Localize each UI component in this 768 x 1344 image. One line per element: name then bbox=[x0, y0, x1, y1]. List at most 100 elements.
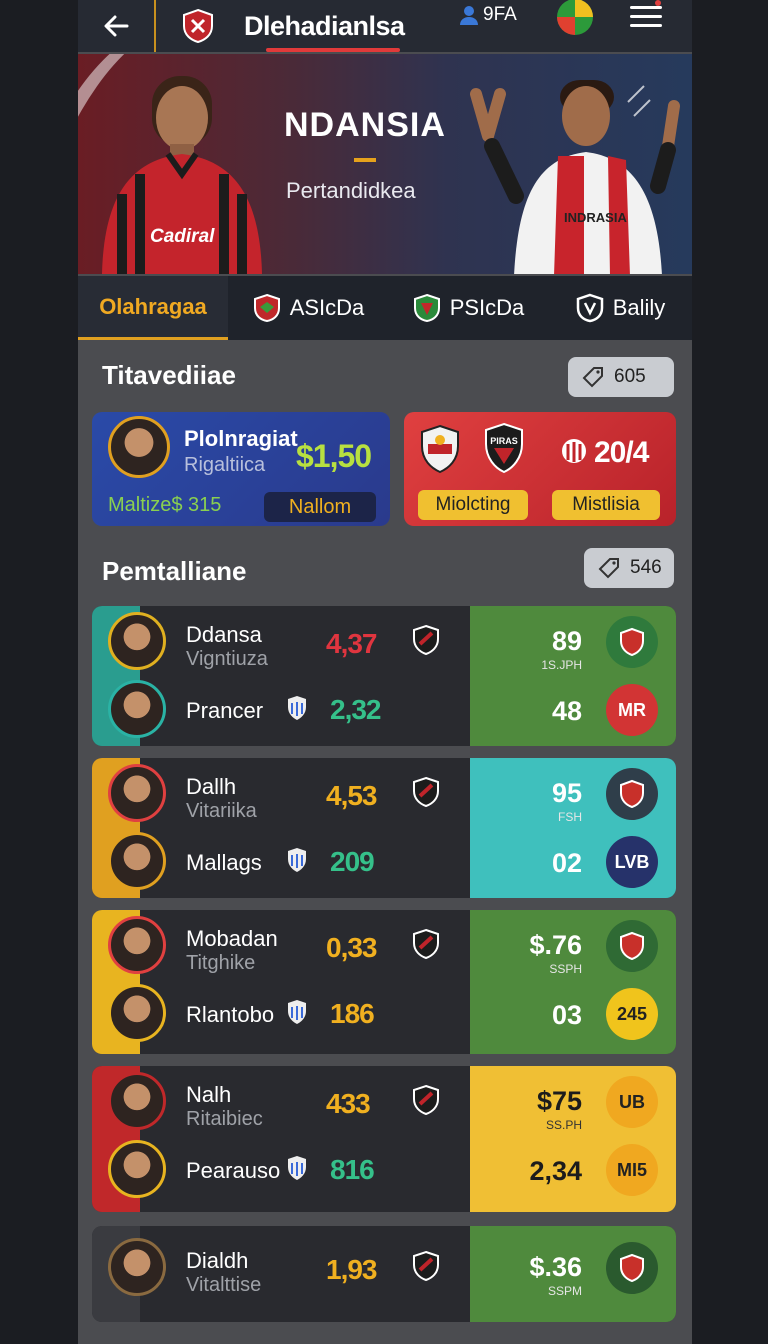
score-value: 2,34 bbox=[529, 1156, 582, 1186]
odds-value[interactable]: 1,93 bbox=[326, 1254, 377, 1286]
team-badge-label: UB bbox=[619, 1091, 645, 1112]
team-badge: 245 bbox=[606, 988, 658, 1040]
ball-icon[interactable] bbox=[556, 0, 594, 38]
card-footer-left: Maltize$ 315 bbox=[108, 494, 222, 516]
score-value: $75 bbox=[536, 1086, 582, 1116]
featured-title: Titavediiae bbox=[102, 360, 236, 390]
app-title: Dlehadianlsa bbox=[244, 10, 405, 41]
user-account[interactable]: 9FA bbox=[458, 4, 517, 26]
shield-icon bbox=[413, 293, 440, 323]
match-row[interactable]: Nalh Ritaibiec 433 Pearauso 816 $75 SS.PH UB 2,3… bbox=[92, 1066, 676, 1212]
team-badge-label: LVB bbox=[614, 851, 650, 872]
team-badge: MR bbox=[606, 684, 658, 736]
shield-icon bbox=[253, 293, 280, 323]
tab-bar: Olahragaa ASIcDa PSIcDa Balily bbox=[78, 276, 692, 340]
featured-tag-pill[interactable]: 605 bbox=[568, 357, 674, 397]
right-jersey-text: INDRASIA bbox=[564, 210, 627, 225]
club-badge-icon bbox=[413, 928, 439, 960]
hero-banner[interactable]: Cadiral NDANSIA Pertandidkea INDRASIA bbox=[78, 54, 692, 274]
small-crest-icon bbox=[288, 696, 306, 720]
shield-outline-icon bbox=[576, 293, 603, 323]
team-crest-icon: PIRAS bbox=[485, 422, 523, 474]
tab-label: PSIcDa bbox=[449, 295, 525, 320]
tab-balily[interactable]: Balily bbox=[548, 276, 692, 340]
row-score-panel[interactable]: 89 1S.JPH 48 MR bbox=[470, 606, 676, 746]
player-name: Nalh bbox=[186, 1082, 232, 1107]
score-value: 03 bbox=[551, 1000, 582, 1030]
odds-value[interactable]: 2,32 bbox=[330, 694, 381, 726]
row-score-panel[interactable]: $75 SS.PH UB 2,34 MI5 bbox=[470, 1066, 676, 1212]
match-row[interactable]: Mobadan Titghike 0,33 Rlantobo 186 $.76 SSPH 03… bbox=[92, 910, 676, 1054]
team-badge-label: MI5 bbox=[616, 1159, 647, 1180]
card-player-sub: Rigaltiica bbox=[184, 454, 266, 476]
player-avatar bbox=[108, 1072, 166, 1130]
team-badge-label: 245 bbox=[616, 1003, 648, 1024]
player-avatar bbox=[108, 1140, 166, 1198]
player-subtitle: Vitariika bbox=[186, 800, 257, 822]
score-label: 1S.JPH bbox=[541, 658, 582, 672]
card-action-button[interactable]: Nallom bbox=[264, 492, 376, 522]
featured-card-blue[interactable]: Plolnragiat Rigaltiica $1,50 Maltize$ 31… bbox=[92, 412, 390, 526]
odds-value[interactable]: 4,37 bbox=[326, 628, 377, 660]
shield-icon bbox=[620, 1253, 644, 1283]
card-score: 20/4 bbox=[594, 436, 649, 469]
pill-value: 605 bbox=[614, 366, 646, 387]
team-badge: UB bbox=[606, 1076, 658, 1128]
match-row[interactable]: Ddansa Vigntiuza 4,37 Prancer 2,32 89 1S.JPH 48… bbox=[92, 606, 676, 746]
match-row[interactable]: Dallh Vitariika 4,53 Mallags 209 95 FSH 02 LVB bbox=[92, 758, 676, 898]
odds-value[interactable]: 209 bbox=[330, 846, 375, 878]
player-avatar bbox=[108, 832, 166, 890]
odds-value[interactable]: 816 bbox=[330, 1154, 375, 1186]
odds-value[interactable]: 433 bbox=[326, 1088, 371, 1120]
card-player-name: Plolnragiat bbox=[184, 426, 298, 451]
menu-icon[interactable] bbox=[628, 0, 664, 32]
team-badge bbox=[606, 1242, 658, 1294]
shield-icon bbox=[620, 779, 644, 809]
club-badge-icon bbox=[413, 624, 439, 656]
player-name: Prancer bbox=[186, 698, 264, 723]
card-price: $1,50 bbox=[296, 438, 372, 474]
back-button[interactable] bbox=[78, 0, 156, 52]
match-row[interactable]: Dialdh Vitalttise 1,93 $.36 SSPM bbox=[92, 1226, 676, 1322]
row-score-panel[interactable]: $.36 SSPM bbox=[470, 1226, 676, 1322]
featured-card-red[interactable]: PIRAS 20/4 Miolcting Mistlisia bbox=[404, 412, 676, 526]
card-button-right[interactable]: Mistlisia bbox=[552, 490, 660, 520]
hero-divider bbox=[354, 158, 376, 162]
player-subtitle: Titghike bbox=[186, 952, 256, 974]
odds-value[interactable]: 186 bbox=[330, 998, 375, 1030]
player-subtitle: Vigntiuza bbox=[186, 648, 268, 670]
odds-value[interactable]: 4,53 bbox=[326, 780, 377, 812]
player-name: Mobadan bbox=[186, 926, 278, 951]
club-logo-icon bbox=[183, 8, 213, 44]
player-subtitle: Ritaibiec bbox=[186, 1108, 263, 1130]
player-avatar bbox=[108, 1238, 166, 1296]
small-crest-icon bbox=[288, 848, 306, 872]
card-button-left[interactable]: Miolcting bbox=[418, 490, 528, 520]
row-score-panel[interactable]: 95 FSH 02 LVB bbox=[470, 758, 676, 898]
top-bar: Dlehadianlsa bbox=[78, 0, 692, 52]
row-score-panel[interactable]: $.76 SSPH 03 245 bbox=[470, 910, 676, 1054]
small-crest-icon bbox=[562, 439, 586, 463]
tab-asicda[interactable]: ASIcDa bbox=[228, 276, 388, 340]
score-label: SS.PH bbox=[545, 1118, 582, 1132]
club-badge-icon bbox=[413, 776, 439, 808]
tab-psicda[interactable]: PSIcDa bbox=[388, 276, 548, 340]
arrow-left-icon bbox=[104, 15, 129, 37]
user-icon bbox=[460, 6, 478, 25]
team-badge: MI5 bbox=[606, 1144, 658, 1196]
player-name: Dialdh bbox=[186, 1248, 249, 1273]
pill-value: 546 bbox=[630, 557, 662, 578]
player-avatar bbox=[108, 680, 166, 738]
tab-label: ASIcDa bbox=[289, 295, 365, 320]
team-badge bbox=[606, 616, 658, 668]
shield-icon bbox=[620, 627, 644, 657]
tag-icon bbox=[598, 558, 619, 579]
odds-value[interactable]: 0,33 bbox=[326, 932, 377, 964]
list-tag-pill[interactable]: 546 bbox=[584, 548, 674, 588]
player-name: Mallags bbox=[186, 850, 262, 875]
player-subtitle: Vitalttise bbox=[186, 1274, 262, 1296]
club-badge-icon bbox=[413, 1250, 439, 1282]
player-name: Dallh bbox=[186, 774, 237, 799]
left-jersey-text: Cadiral bbox=[150, 226, 215, 247]
tab-olahragaa[interactable]: Olahragaa bbox=[78, 276, 228, 340]
